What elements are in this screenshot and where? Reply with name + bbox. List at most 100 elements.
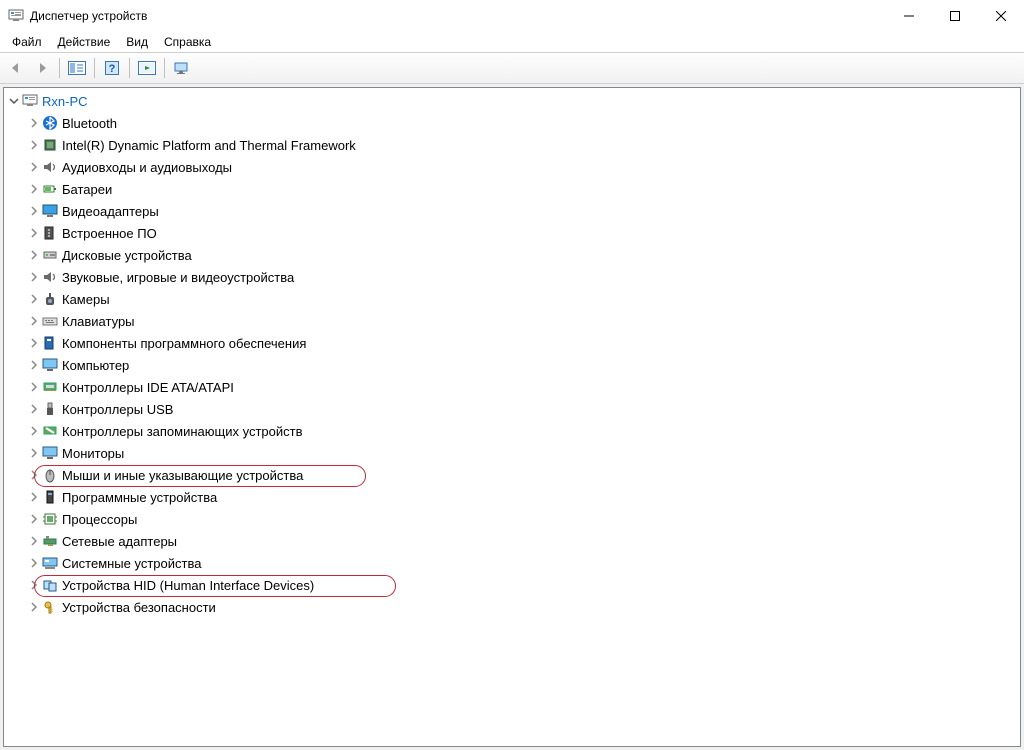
window-title: Диспетчер устройств <box>30 9 886 23</box>
disk-icon <box>42 247 58 263</box>
tree-item-label: Мыши и иные указывающие устройства <box>62 468 303 483</box>
bluetooth-icon <box>42 115 58 131</box>
maximize-button[interactable] <box>932 0 978 32</box>
tree-item-label: Компоненты программного обеспечения <box>62 336 306 351</box>
tree-item[interactable]: Контроллеры запоминающих устройств <box>4 420 1020 442</box>
tree-item[interactable]: Клавиатуры <box>4 310 1020 332</box>
tree-item[interactable]: Встроенное ПО <box>4 222 1020 244</box>
monitor-icon <box>42 357 58 373</box>
chevron-right-icon[interactable] <box>28 337 40 349</box>
tree-item-label: Дисковые устройства <box>62 248 192 263</box>
tree-item-label: Устройства безопасности <box>62 600 216 615</box>
chevron-right-icon[interactable] <box>28 425 40 437</box>
menu-file[interactable]: Файл <box>4 33 50 51</box>
menubar: Файл Действие Вид Справка <box>0 32 1024 52</box>
tree-root[interactable]: Rxn-PC <box>4 90 1020 112</box>
battery-icon <box>42 181 58 197</box>
tree-item[interactable]: Мыши и иные указывающие устройства <box>4 464 1020 486</box>
chevron-right-icon[interactable] <box>28 359 40 371</box>
chevron-right-icon[interactable] <box>28 161 40 173</box>
chevron-right-icon[interactable] <box>28 205 40 217</box>
tree-item[interactable]: Аудиовходы и аудиовыходы <box>4 156 1020 178</box>
tree-item-label: Сетевые адаптеры <box>62 534 177 549</box>
menu-help[interactable]: Справка <box>156 33 219 51</box>
help-button[interactable]: ? <box>100 56 124 80</box>
display-icon <box>42 203 58 219</box>
tree-item-label: Системные устройства <box>62 556 201 571</box>
chevron-right-icon[interactable] <box>28 249 40 261</box>
tree-item[interactable]: Мониторы <box>4 442 1020 464</box>
tree-item[interactable]: Программные устройства <box>4 486 1020 508</box>
speaker-icon <box>42 159 58 175</box>
tree-item[interactable]: Устройства HID (Human Interface Devices) <box>4 574 1020 596</box>
toolbar-separator <box>59 58 60 78</box>
tree-item-label: Видеоадаптеры <box>62 204 159 219</box>
forward-button[interactable] <box>30 56 54 80</box>
computer-icon <box>22 93 38 109</box>
device-manager-window: Диспетчер устройств Файл Действие Вид Сп… <box>0 0 1024 750</box>
device-tree[interactable]: Rxn-PC BluetoothIntel(R) Dynamic Platfor… <box>3 87 1021 747</box>
chevron-right-icon[interactable] <box>28 139 40 151</box>
chevron-right-icon[interactable] <box>28 513 40 525</box>
menu-view[interactable]: Вид <box>118 33 156 51</box>
chevron-right-icon[interactable] <box>28 491 40 503</box>
tree-item[interactable]: Дисковые устройства <box>4 244 1020 266</box>
tree-item-label: Контроллеры запоминающих устройств <box>62 424 302 439</box>
tree-item[interactable]: Камеры <box>4 288 1020 310</box>
chevron-right-icon[interactable] <box>28 469 40 481</box>
system-icon <box>42 555 58 571</box>
back-button[interactable] <box>4 56 28 80</box>
chevron-right-icon[interactable] <box>28 601 40 613</box>
hid-icon <box>42 577 58 593</box>
chevron-right-icon[interactable] <box>28 381 40 393</box>
tree-item-label: Клавиатуры <box>62 314 135 329</box>
software-icon <box>42 335 58 351</box>
chevron-right-icon[interactable] <box>28 447 40 459</box>
network-icon <box>42 533 58 549</box>
chevron-right-icon[interactable] <box>28 227 40 239</box>
tree-item[interactable]: Видеоадаптеры <box>4 200 1020 222</box>
chevron-down-icon[interactable] <box>8 95 20 107</box>
camera-icon <box>42 291 58 307</box>
tree-item[interactable]: Компьютер <box>4 354 1020 376</box>
chevron-right-icon[interactable] <box>28 557 40 569</box>
chevron-right-icon[interactable] <box>28 117 40 129</box>
chevron-right-icon[interactable] <box>28 183 40 195</box>
tree-item-label: Мониторы <box>62 446 124 461</box>
chevron-right-icon[interactable] <box>28 293 40 305</box>
chevron-right-icon[interactable] <box>28 579 40 591</box>
close-button[interactable] <box>978 0 1024 32</box>
tree-item[interactable]: Контроллеры IDE ATA/ATAPI <box>4 376 1020 398</box>
tree-item[interactable]: Контроллеры USB <box>4 398 1020 420</box>
chevron-right-icon[interactable] <box>28 271 40 283</box>
properties-button[interactable] <box>170 56 194 80</box>
tree-item[interactable]: Системные устройства <box>4 552 1020 574</box>
tree-item[interactable]: Устройства безопасности <box>4 596 1020 618</box>
tree-item-label: Программные устройства <box>62 490 217 505</box>
firmware-icon <box>42 225 58 241</box>
security-icon <box>42 599 58 615</box>
tree-item-label: Звуковые, игровые и видеоустройства <box>62 270 294 285</box>
tree-item-label: Камеры <box>62 292 110 307</box>
chevron-right-icon[interactable] <box>28 403 40 415</box>
show-hide-tree-button[interactable] <box>65 56 89 80</box>
tree-item[interactable]: Батареи <box>4 178 1020 200</box>
tree-item[interactable]: Звуковые, игровые и видеоустройства <box>4 266 1020 288</box>
software2-icon <box>42 489 58 505</box>
tree-item[interactable]: Intel(R) Dynamic Platform and Thermal Fr… <box>4 134 1020 156</box>
tree-item[interactable]: Bluetooth <box>4 112 1020 134</box>
tree-item[interactable]: Сетевые адаптеры <box>4 530 1020 552</box>
menu-action[interactable]: Действие <box>50 33 119 51</box>
tree-item[interactable]: Компоненты программного обеспечения <box>4 332 1020 354</box>
toolbar-separator <box>164 58 165 78</box>
chevron-right-icon[interactable] <box>28 315 40 327</box>
scan-hardware-button[interactable] <box>135 56 159 80</box>
tree-item[interactable]: Процессоры <box>4 508 1020 530</box>
speaker-icon <box>42 269 58 285</box>
cpu-icon <box>42 511 58 527</box>
chevron-right-icon[interactable] <box>28 535 40 547</box>
tree-item-label: Процессоры <box>62 512 137 527</box>
minimize-button[interactable] <box>886 0 932 32</box>
tree-item-label: Устройства HID (Human Interface Devices) <box>62 578 314 593</box>
storage-icon <box>42 423 58 439</box>
